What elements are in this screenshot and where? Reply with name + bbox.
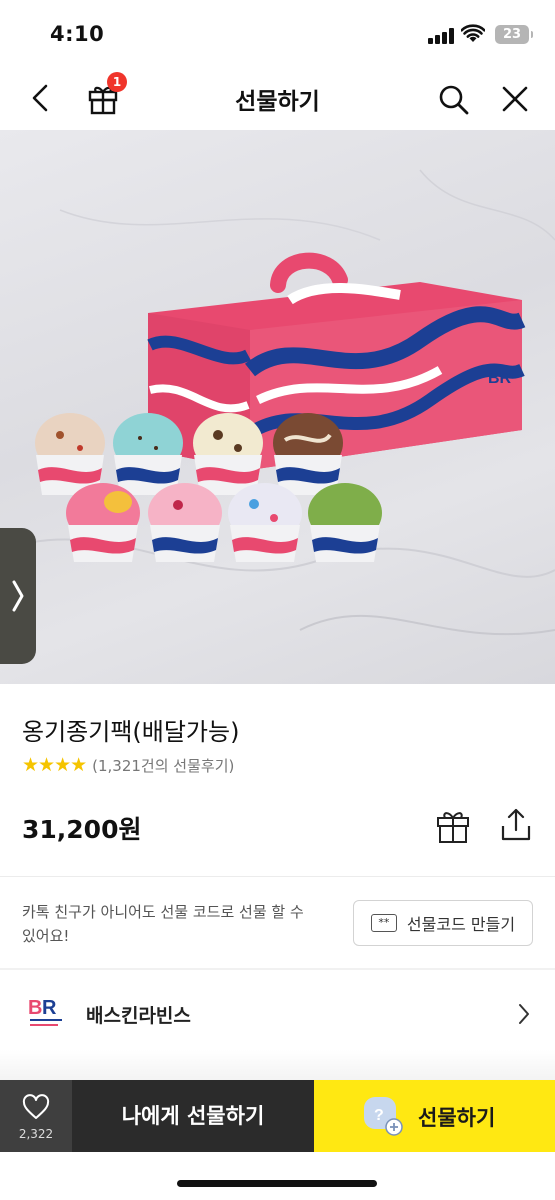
bottom-action-bar: 2,322 나에게 선물하기 ? 선물하기 [0, 1080, 555, 1152]
svg-text:BR: BR [488, 370, 512, 387]
create-gift-code-button[interactable]: ** 선물코드 만들기 [353, 900, 533, 946]
wifi-icon [461, 24, 485, 42]
svg-text:R: R [42, 997, 57, 1019]
chevron-right-icon [12, 580, 24, 612]
chevron-right-icon [519, 1004, 529, 1024]
share-icon[interactable] [500, 806, 532, 842]
svg-text:B: B [28, 997, 42, 1019]
create-gift-code-label: 선물코드 만들기 [406, 915, 516, 934]
nav-bar: 1 선물하기 [0, 66, 555, 130]
ice-cream-cups [35, 413, 382, 562]
product-rating[interactable]: ★★★★ (1,321건의 선물후기) [22, 754, 234, 776]
home-indicator-area [0, 1152, 555, 1200]
battery-icon: 23 [495, 25, 533, 44]
status-time: 4:10 [50, 22, 105, 46]
baskin-robbins-logo: B R [28, 997, 62, 1026]
product-image[interactable]: BR [0, 130, 555, 684]
svg-text:?: ? [374, 1107, 384, 1124]
heart-icon [22, 1094, 50, 1119]
send-gift-button[interactable]: ? 선물하기 [314, 1080, 555, 1152]
review-count: (1,321건의 선물후기) [92, 756, 235, 775]
send-gift-label: 선물하기 [418, 1106, 496, 1130]
brand-row[interactable]: B R 배스킨라빈스 [0, 970, 555, 1056]
product-price: 31,200원 [22, 815, 142, 844]
like-count: 2,322 [18, 1127, 54, 1141]
close-icon[interactable] [498, 82, 532, 116]
search-icon[interactable] [436, 82, 470, 116]
status-bar: 4:10 23 [0, 0, 555, 66]
content-fade [0, 1050, 555, 1080]
divider [0, 876, 555, 877]
rating-stars: ★★★★ [22, 754, 87, 776]
side-drawer-tab[interactable] [0, 528, 36, 664]
like-button[interactable]: 2,322 [0, 1080, 72, 1152]
gift-code-description: 카톡 친구가 아니어도 선물 코드로 선물 할 수 있어요! [22, 903, 304, 945]
brand-name: 배스킨라빈스 [86, 1005, 191, 1027]
product-name: 옹기종기팩(배달가능) [22, 718, 240, 746]
ice-cream-pack-illustration: BR [0, 169, 555, 636]
home-indicator[interactable] [177, 1180, 377, 1187]
signal-icon [428, 28, 454, 44]
page-title: 선물하기 [235, 89, 320, 115]
gift-icon[interactable] [436, 808, 470, 844]
gift-to-myself-button[interactable]: 나에게 선물하기 [72, 1080, 314, 1152]
friend-select-icon: ? [364, 1097, 403, 1136]
code-icon: ** [370, 914, 397, 932]
